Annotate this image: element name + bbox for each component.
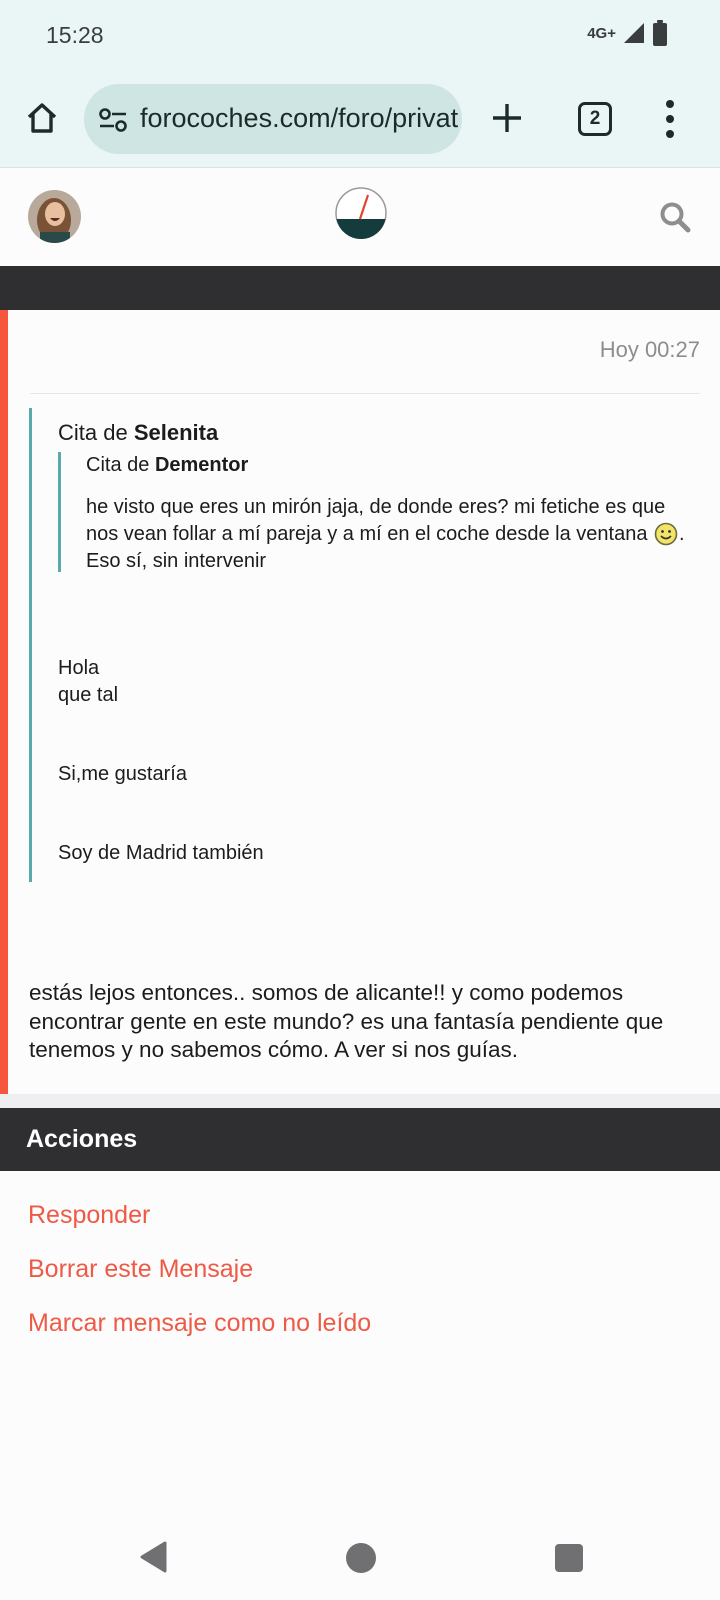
reply-link[interactable]: Responder <box>28 1200 371 1254</box>
delete-message-link[interactable]: Borrar este Mensaje <box>28 1254 371 1308</box>
mark-unread-link[interactable]: Marcar mensaje como no leído <box>28 1308 371 1362</box>
quote-block: Cita de Selenita Cita de Dementor he vis… <box>29 408 685 882</box>
site-settings-icon[interactable] <box>98 106 128 134</box>
status-icons: 4G+ <box>587 20 668 46</box>
status-time: 15:28 <box>46 22 104 48</box>
new-tab-icon[interactable] <box>490 101 524 135</box>
signal-icon <box>624 23 644 43</box>
nested-quote-text: he visto que eres un mirón jaja, de dond… <box>86 494 691 575</box>
nested-quote-author[interactable]: Dementor <box>155 454 248 476</box>
tab-switcher-icon[interactable]: 2 <box>578 102 612 136</box>
quote-author[interactable]: Selenita <box>134 420 218 445</box>
actions-list: Responder Borrar este Mensaje Marcar men… <box>28 1200 371 1362</box>
section-header-bar <box>0 266 720 310</box>
separator <box>0 1094 720 1108</box>
actions-title: Acciones <box>26 1125 138 1153</box>
browser-toolbar: forocoches.com/foro/private.php 2 <box>0 72 720 168</box>
actions-header: Acciones <box>0 1108 720 1171</box>
quote-line: Hola <box>58 657 100 679</box>
more-vert-icon[interactable] <box>664 99 676 139</box>
forocoches-logo[interactable] <box>335 187 387 239</box>
nested-quote-title: Cita de Dementor <box>86 454 248 477</box>
battery-icon <box>653 20 667 46</box>
system-nav-bar <box>0 1520 720 1600</box>
url-bar[interactable]: forocoches.com/foro/private.php <box>84 84 462 154</box>
message-body: estás lejos entonces.. somos de alicante… <box>29 980 664 1062</box>
nested-quote-prefix: Cita de <box>86 454 155 476</box>
quote-line: Soy de Madrid también <box>58 842 264 864</box>
quote-title: Cita de Selenita <box>58 420 218 446</box>
nested-quote-block: Cita de Dementor he visto que eres un mi… <box>58 452 688 572</box>
message-date: Hoy 00:27 <box>599 337 700 362</box>
quote-line: que tal <box>58 684 119 706</box>
network-type: 4G+ <box>587 24 616 42</box>
site-header <box>0 168 720 266</box>
private-message: Hoy 00:27 Cita de Selenita Cita de Demen… <box>0 310 720 1094</box>
quote-line: Si,me gustaría <box>58 763 187 785</box>
home-icon[interactable] <box>24 100 60 136</box>
smiley-icon <box>654 522 678 546</box>
search-icon[interactable] <box>658 200 692 234</box>
nested-quote-text-start: he visto que eres un mirón jaja, de dond… <box>86 496 666 545</box>
recents-icon[interactable] <box>555 1544 583 1572</box>
status-bar: 15:28 4G+ <box>0 0 720 72</box>
avatar[interactable] <box>28 190 81 243</box>
divider <box>30 393 700 394</box>
back-icon[interactable] <box>138 1540 168 1574</box>
quote-prefix: Cita de <box>58 420 134 445</box>
home-circle-icon[interactable] <box>346 1543 376 1573</box>
url-text[interactable]: forocoches.com/foro/private.php <box>140 103 458 134</box>
